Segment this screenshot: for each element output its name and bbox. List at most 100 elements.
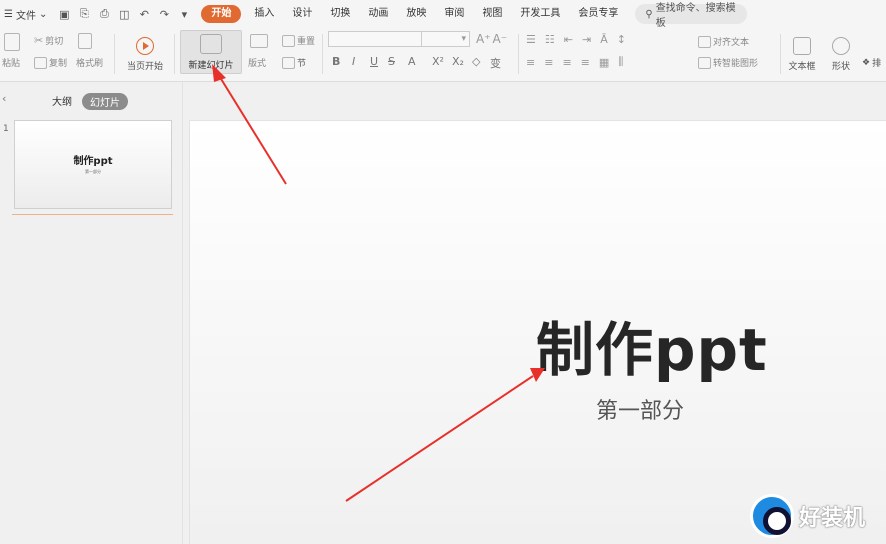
textbox-button[interactable]: 文本框 [784,30,820,74]
underline-icon[interactable]: U [370,55,378,68]
paste-button[interactable] [4,33,20,51]
divider [114,34,115,74]
tab-design[interactable]: 设计 [283,0,321,28]
tab-member[interactable]: 会员专享 [569,0,627,28]
shape-icon [832,37,850,55]
decrease-indent-icon[interactable]: ⇤ [564,33,573,46]
justify-icon[interactable]: ≡ [581,56,590,69]
thumbnail-subtitle: 第一部分 [85,169,101,174]
font-size-buttons: A⁺ A⁻ [476,32,507,46]
textbox-label: 文本框 [788,62,816,72]
section-label: 节 [297,59,307,69]
search-icon: ⚲ [645,8,653,20]
chevron-down-icon: ⌄ [38,8,48,20]
arrange-button[interactable]: ❖ 排 [862,56,881,70]
grow-font-icon[interactable]: A⁺ [476,32,491,46]
shape-button[interactable]: 形状 [826,30,856,74]
tab-animation[interactable]: 动画 [359,0,397,28]
tab-view[interactable]: 视图 [473,0,511,28]
new-slide-label: 新建幻灯片 [188,61,234,71]
scissors-icon: ✂ [34,34,44,47]
font-color-icon[interactable]: A [408,55,416,68]
reset-button[interactable]: 重置 [282,34,315,47]
layout-label: 版式 [248,59,267,69]
tab-slides[interactable]: 幻灯片 [82,93,128,110]
smartart-icon [698,56,711,69]
tab-developer[interactable]: 开发工具 [511,0,569,28]
brush-icon [78,33,92,49]
distribute-icon[interactable]: ▦ [599,56,609,69]
tab-review[interactable]: 审阅 [435,0,473,28]
textbox-icon [793,37,811,55]
clear-format-icon[interactable]: ◇ [472,55,480,68]
tab-outline[interactable]: 大纲 [52,93,72,108]
italic-icon[interactable]: I [352,55,355,68]
redo-icon[interactable]: ↷ [157,8,171,21]
to-smartart-label: 转智能图形 [713,59,759,69]
search-placeholder: 查找命令、搜索模板 [655,3,736,29]
cut-label: 剪切 [45,37,64,47]
preview-icon[interactable]: ◫ [117,8,131,21]
char-shading-icon[interactable]: 变 [490,55,501,71]
new-slide-button[interactable]: 新建幻灯片 [180,30,242,74]
section-icon [282,56,295,69]
command-search[interactable]: ⚲ 查找命令、搜索模板 [635,3,748,29]
save-icon[interactable]: ▣ [57,8,71,21]
layout-button[interactable] [250,34,268,48]
align-center-icon[interactable]: ≡ [544,56,553,69]
divider [518,34,519,74]
slide-panel: ‹ 大纲 幻灯片 1 制作ppt 第一部分 [0,82,183,544]
tab-slideshow[interactable]: 放映 [397,0,435,28]
divider [174,34,175,74]
hamburger-icon: ☰ [4,8,13,20]
clipboard-icon [4,33,20,51]
undo-icon[interactable]: ↶ [137,8,151,21]
menu-bar: ☰ 文件 ⌄ ▣ ⎘ ⎙ ◫ ↶ ↷ ▾ 开始 插入 设计 切换 动画 放映 审… [0,0,886,29]
strikethrough-icon[interactable]: S [388,55,395,68]
shape-label: 形状 [831,62,850,72]
bold-icon[interactable]: B [332,55,340,68]
shrink-font-icon[interactable]: A⁻ [493,32,508,46]
copy-label: 复制 [49,59,68,69]
export-icon[interactable]: ⎘ [77,7,91,21]
subscript-icon[interactable]: X₂ [452,55,464,68]
reset-icon [282,34,295,47]
slide-title[interactable]: 制作ppt [536,303,768,387]
numbered-list-icon[interactable]: ☷ [545,33,555,46]
align-left-icon[interactable]: ≡ [526,56,535,69]
copy-icon [34,56,47,69]
tab-insert[interactable]: 插入 [245,0,283,28]
list-buttons: ☰ ☷ ⇤ ⇥ Ā ↕ [526,33,626,46]
logo-icon [750,494,794,538]
play-icon [136,37,154,55]
font-name-field[interactable] [328,31,422,47]
print-icon[interactable]: ⎙ [97,7,111,21]
bullet-list-icon[interactable]: ☰ [526,33,536,46]
slide-subtitle[interactable]: 第一部分 [596,393,684,425]
superscript-icon[interactable]: X² [432,55,444,68]
to-smartart-button[interactable]: 转智能图形 [698,56,758,69]
collapse-panel-icon[interactable]: ‹ [2,92,6,105]
align-right-icon[interactable]: ≡ [562,56,571,69]
more-icon[interactable]: ▾ [177,8,191,21]
align-text-button[interactable]: 对齐文本 [698,35,749,48]
cut-button[interactable]: ✂ 剪切 [34,34,63,47]
increase-indent-icon[interactable]: ⇥ [582,33,591,46]
watermark-text: 好装机 [799,506,866,531]
start-from-current-button[interactable]: 当页开始 [121,30,169,74]
font-size-field[interactable]: ▾ [422,31,470,47]
text-direction-icon[interactable]: Ā [600,33,608,46]
quick-access-toolbar: ▣ ⎘ ⎙ ◫ ↶ ↷ ▾ [51,7,197,21]
format-painter-button[interactable] [78,33,92,49]
line-spacing-icon[interactable]: ↕ [617,33,626,46]
file-menu[interactable]: ☰ 文件 ⌄ [0,0,51,28]
tab-transition[interactable]: 切换 [321,0,359,28]
slide-number: 1 [3,124,9,134]
slide-thumbnail[interactable]: 制作ppt 第一部分 [14,120,172,209]
columns-icon[interactable]: ⫼ [618,55,623,69]
copy-button[interactable]: 复制 [34,56,67,69]
ribbon-toolbar: 粘贴 ✂ 剪切 复制 格式刷 当页开始 新建幻灯片 版式 重置 节 ▾ A⁺ A… [0,28,886,82]
section-button[interactable]: 节 [282,56,306,69]
watermark-logo: 好装机 [750,494,865,538]
tab-home[interactable]: 开始 [201,5,242,23]
